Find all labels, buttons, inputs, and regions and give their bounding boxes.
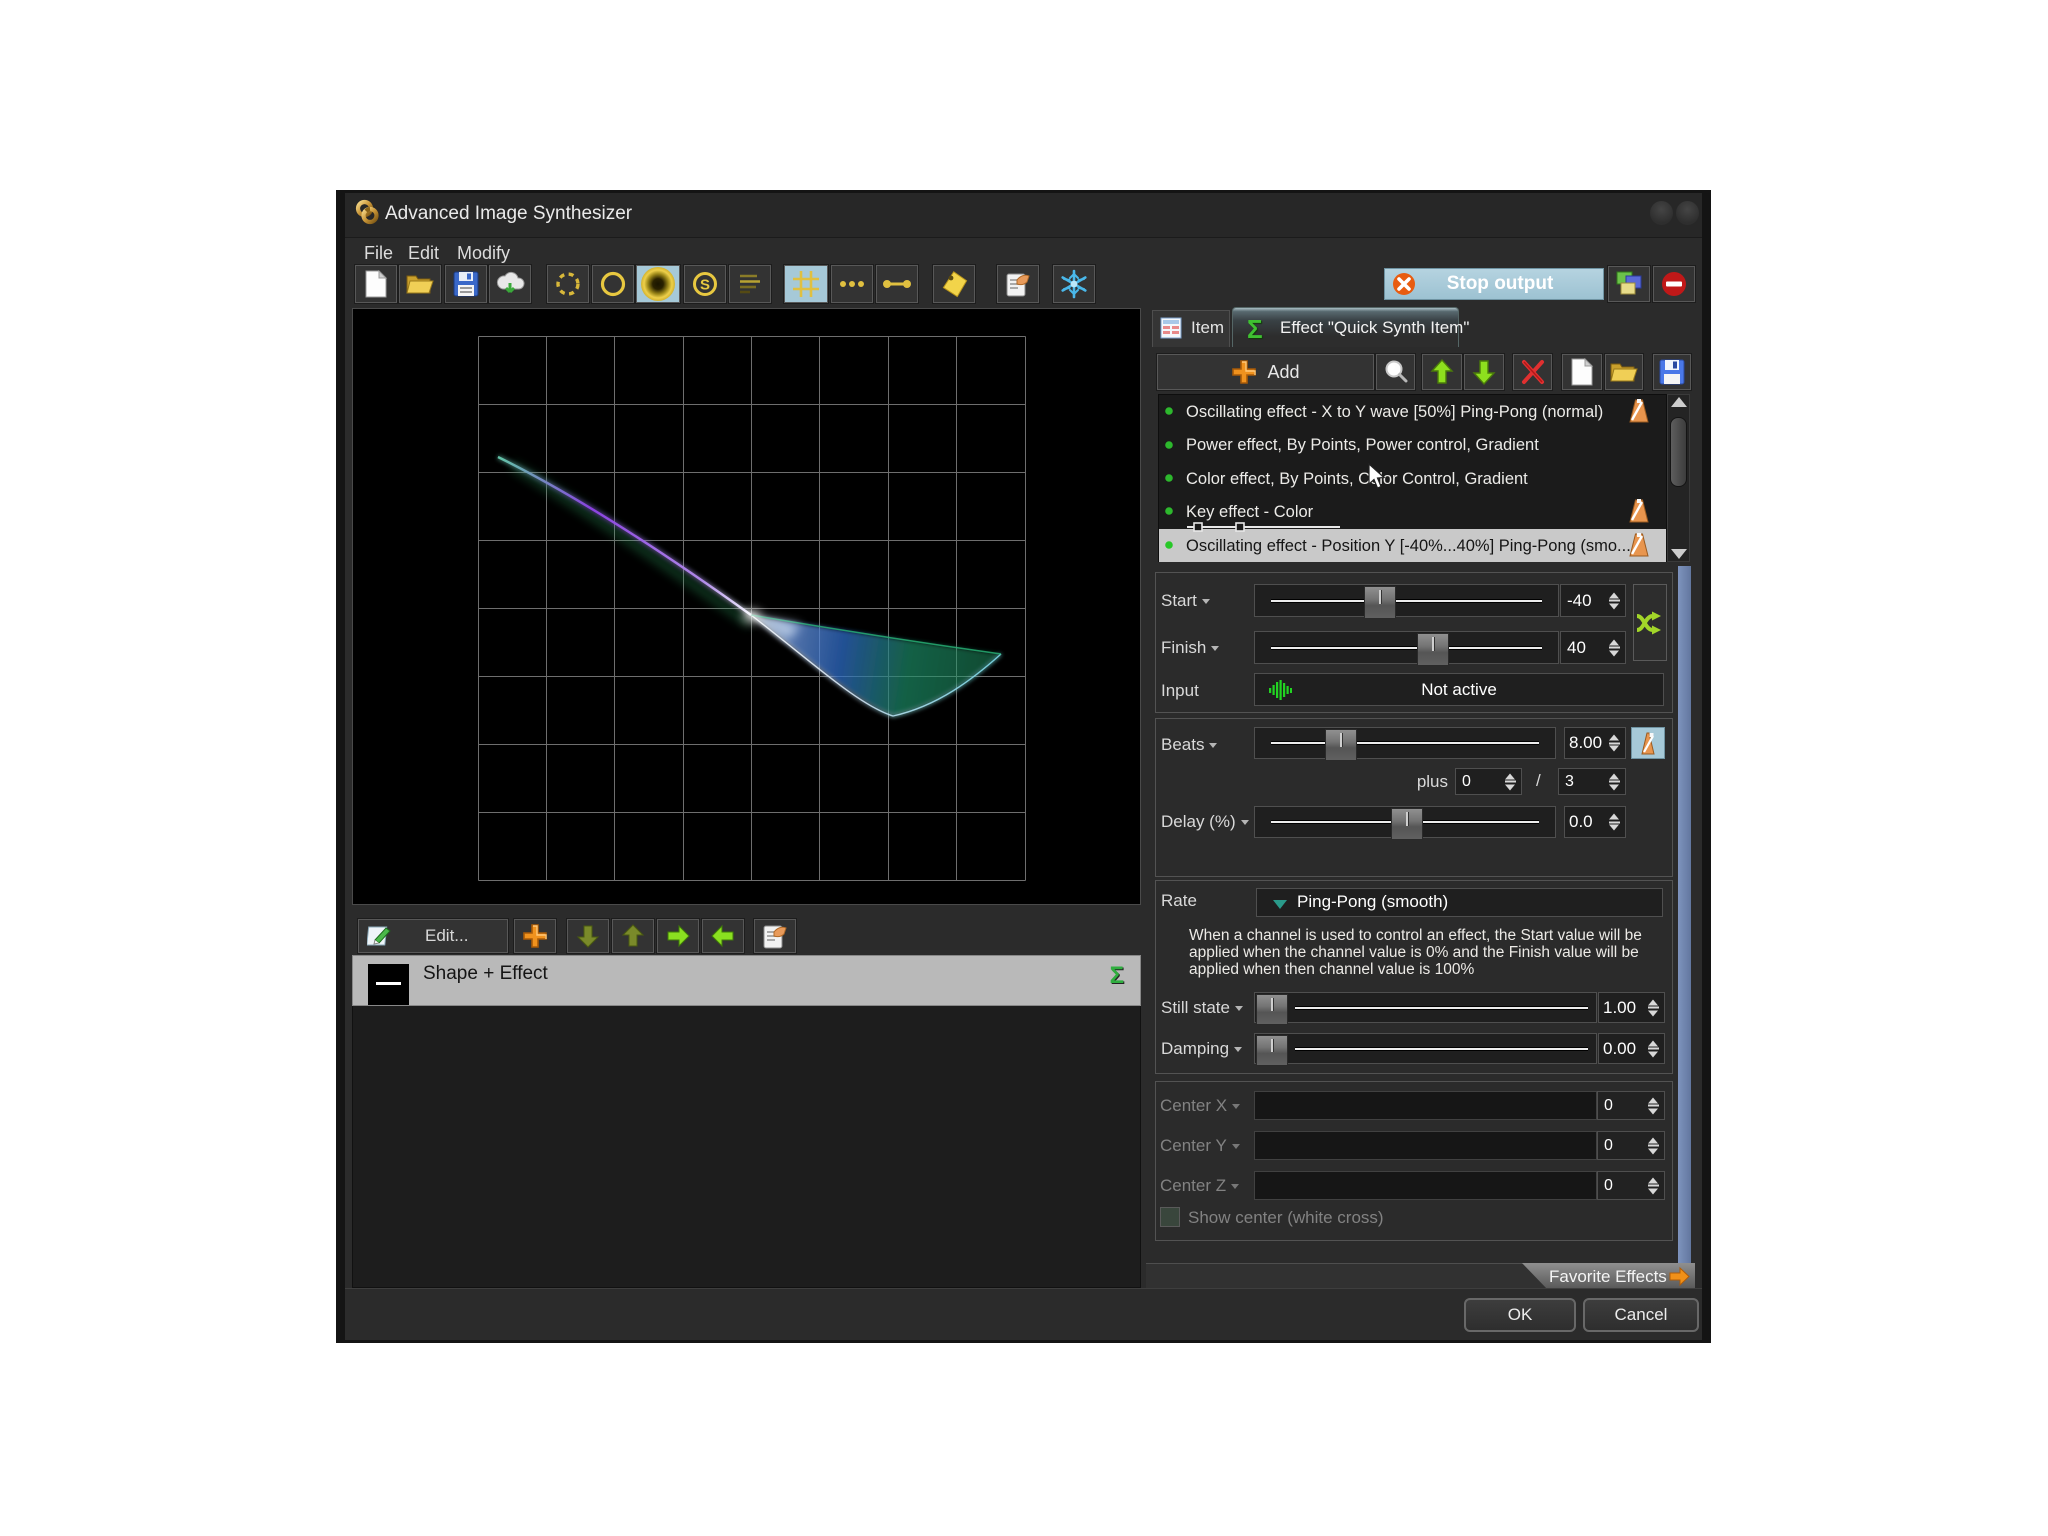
svg-text:Key effect - Color: Key effect - Color [1186,503,1314,521]
svg-text:Oscillating effect - X to Y wa: Oscillating effect - X to Y wave [50%] P… [1186,403,1603,421]
svg-text:Power effect, By Points, Power: Power effect, By Points, Power control, … [1186,436,1539,454]
svg-text:S: S [700,277,710,294]
svg-text:Color effect, By Points, Color: Color effect, By Points, Color Control, … [1186,470,1528,488]
svg-text:Oscillating effect - Position: Oscillating effect - Position Y [-40%...… [1186,537,1631,555]
